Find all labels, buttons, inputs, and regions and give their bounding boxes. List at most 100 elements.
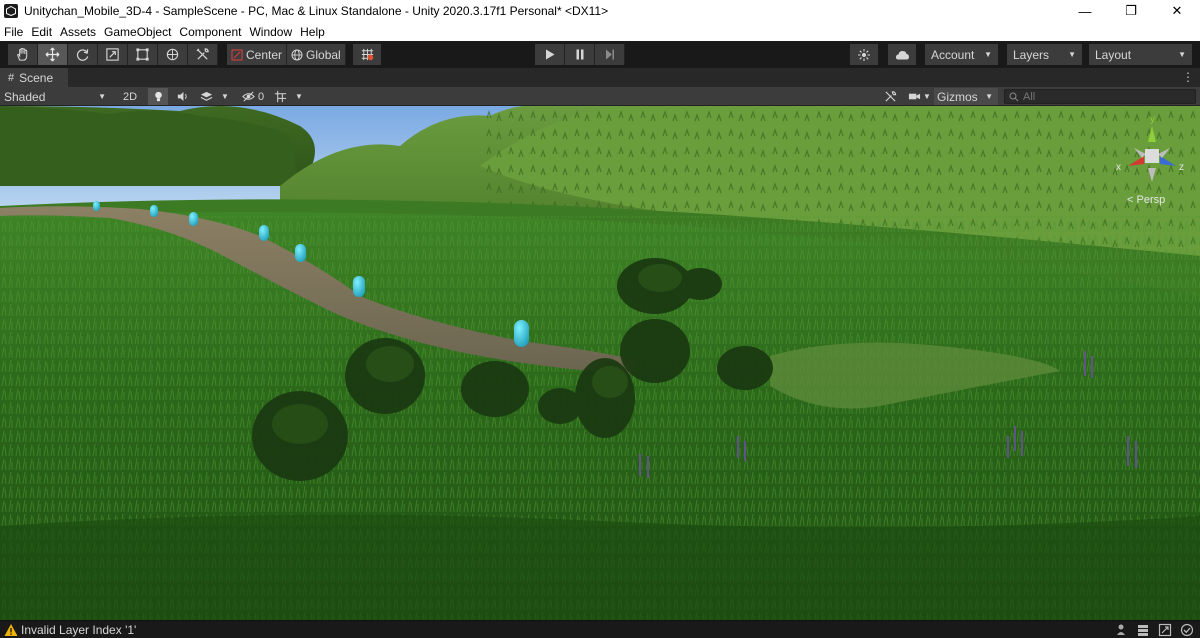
scene-grid-icon: # xyxy=(8,71,15,84)
rect-tool-button[interactable] xyxy=(128,44,158,65)
hand-tool-button[interactable] xyxy=(8,44,38,65)
menu-help[interactable]: Help xyxy=(296,25,329,39)
minimize-button[interactable]: — xyxy=(1062,0,1108,22)
layers-wrapper: Layers ▼ xyxy=(1007,44,1082,65)
unity-logo-icon xyxy=(4,4,18,18)
grid-snap-icon xyxy=(361,48,373,61)
lighting-toggle-button[interactable] xyxy=(148,88,168,105)
transform-icon xyxy=(166,48,179,61)
effects-toggle-button[interactable] xyxy=(196,88,216,105)
maximize-button[interactable]: ❐ xyxy=(1108,0,1154,22)
menu-gameobject[interactable]: GameObject xyxy=(100,25,175,39)
custom-tool-button[interactable] xyxy=(188,44,218,65)
2d-label: 2D xyxy=(122,90,138,103)
globe-icon xyxy=(291,49,303,60)
status-message[interactable]: Invalid Layer Index '1' xyxy=(21,623,136,637)
gizmos-chevron-down-icon: ▼ xyxy=(985,92,993,101)
collab-button[interactable] xyxy=(850,44,878,65)
2d-toggle-button[interactable]: 2D xyxy=(118,88,142,105)
scene-render xyxy=(0,106,1200,620)
window-titlebar: Unitychan_Mobile_3D-4 - SampleScene - PC… xyxy=(0,0,1200,22)
auto-generate-lighting-icon[interactable] xyxy=(1114,623,1128,637)
layers-effects-icon xyxy=(200,91,212,101)
layout-chevron-down-icon: ▼ xyxy=(1178,50,1186,59)
camera-settings-button[interactable] xyxy=(270,88,290,105)
projection-toggle[interactable]: < Persp xyxy=(1127,194,1165,206)
hidden-count: 0 xyxy=(257,90,265,103)
play-icon xyxy=(545,49,554,60)
persp-chevron-left-icon: < xyxy=(1127,194,1134,206)
pivot-mode-label: Center xyxy=(246,47,283,62)
draw-mode-chevron-down-icon: ▼ xyxy=(98,92,106,101)
speaker-icon xyxy=(177,91,187,102)
scene-visibility-button[interactable]: 0 xyxy=(238,88,268,105)
menu-file[interactable]: File xyxy=(0,25,27,39)
camera-settings-dropdown[interactable]: ▼ xyxy=(292,88,306,105)
play-button[interactable] xyxy=(535,44,565,65)
main-toolbar: Center Global Account ▼ Layers ▼ Layout … xyxy=(0,41,1200,68)
draw-mode-label: Shaded xyxy=(4,89,46,104)
pivot-controls: Center Global xyxy=(227,44,346,65)
pause-button[interactable] xyxy=(565,44,595,65)
pause-icon xyxy=(576,49,583,60)
eye-slash-icon xyxy=(242,91,255,102)
cache-server-icon[interactable] xyxy=(1136,623,1150,637)
cloud-wrapper xyxy=(888,44,916,65)
effects-chevron-down-icon: ▼ xyxy=(221,92,229,101)
camera-settings-chevron-down-icon: ▼ xyxy=(295,92,303,101)
projection-label: Persp xyxy=(1136,194,1166,206)
pivot-rotation-button[interactable]: Global xyxy=(287,44,346,65)
menu-component[interactable]: Component xyxy=(175,25,245,39)
playmode-controls xyxy=(535,44,625,65)
effects-dropdown[interactable]: ▼ xyxy=(218,88,232,105)
account-dropdown[interactable]: Account ▼ xyxy=(925,44,998,65)
move-tool-button[interactable] xyxy=(38,44,68,65)
scale-tool-button[interactable] xyxy=(98,44,128,65)
gizmos-dropdown[interactable]: Gizmos ▼ xyxy=(934,88,998,105)
tab-menu-icon[interactable]: ⋮ xyxy=(1182,70,1194,84)
draw-mode-dropdown[interactable]: Shaded ▼ xyxy=(0,87,112,106)
tab-scene-label: Scene xyxy=(19,70,54,85)
window-title: Unitychan_Mobile_3D-4 - SampleScene - PC… xyxy=(24,4,609,18)
menu-assets[interactable]: Assets xyxy=(56,25,100,39)
cloud-button[interactable] xyxy=(888,44,916,65)
menu-edit[interactable]: Edit xyxy=(27,25,56,39)
menu-window[interactable]: Window xyxy=(245,25,296,39)
lightbulb-icon xyxy=(154,91,162,102)
grid-tools-icon xyxy=(274,90,286,103)
pivot-mode-button[interactable]: Center xyxy=(227,44,288,65)
layers-dropdown[interactable]: Layers ▼ xyxy=(1007,44,1082,65)
scene-toolbar: Shaded ▼ 2D ▼ 0 ▼ ▼ Gizmos ▼ All xyxy=(0,87,1200,106)
rotate-tool-button[interactable] xyxy=(68,44,98,65)
step-button[interactable] xyxy=(595,44,625,65)
check-icon[interactable] xyxy=(1180,623,1194,637)
scale-icon xyxy=(106,48,119,61)
camera-chevron-down-icon: ▼ xyxy=(923,92,931,101)
rect-transform-icon xyxy=(136,48,149,61)
camera-dropdown[interactable]: ▼ xyxy=(921,88,933,105)
layers-chevron-down-icon: ▼ xyxy=(1068,50,1076,59)
account-wrapper: Account ▼ xyxy=(925,44,998,65)
right-toolbar xyxy=(850,44,878,65)
account-chevron-down-icon: ▼ xyxy=(984,50,992,59)
pivot-rotation-label: Global xyxy=(306,47,341,62)
tab-scene[interactable]: # Scene xyxy=(0,68,68,87)
audio-toggle-button[interactable] xyxy=(172,88,192,105)
layout-dropdown[interactable]: Layout ▼ xyxy=(1089,44,1192,65)
orientation-gizmo[interactable]: y x z xyxy=(1112,112,1192,202)
layout-wrapper: Layout ▼ xyxy=(1089,44,1192,65)
grid-snap-button[interactable] xyxy=(353,44,381,65)
scene-tools-button[interactable] xyxy=(880,88,900,105)
search-placeholder: All xyxy=(1023,90,1036,103)
axis-y-label: y xyxy=(1150,114,1155,125)
layers-label: Layers xyxy=(1013,47,1050,62)
scene-search-input[interactable]: All xyxy=(1004,89,1196,104)
account-label: Account xyxy=(931,47,975,62)
close-button[interactable]: ✕ xyxy=(1154,0,1200,22)
transform-tool-button[interactable] xyxy=(158,44,188,65)
wrench-icon xyxy=(884,91,896,102)
scene-viewport[interactable]: y x z < Persp xyxy=(0,106,1200,620)
progress-tasks-icon[interactable] xyxy=(1158,623,1172,637)
cloud-icon xyxy=(895,50,909,59)
axis-z-label: z xyxy=(1179,162,1184,173)
